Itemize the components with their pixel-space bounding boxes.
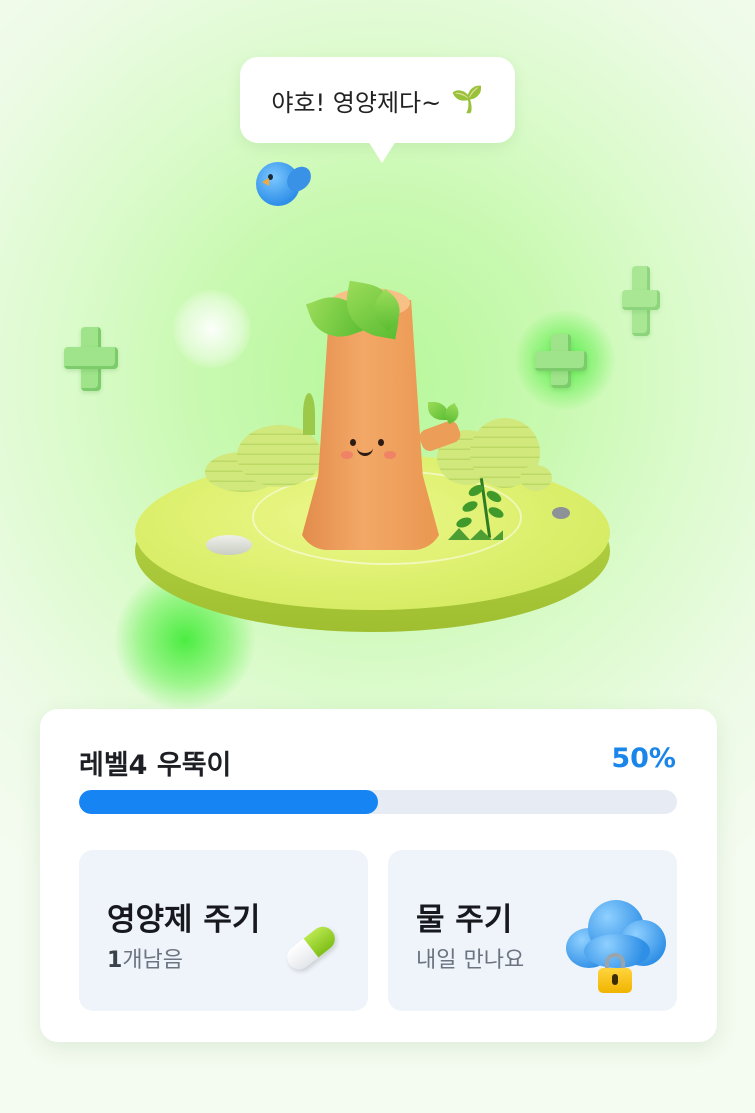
give-nutrient-title: 영양제 주기 [107,902,261,938]
bush [520,465,552,491]
plus-cross-icon [64,327,118,391]
progress-bar [79,790,677,814]
rock [206,535,252,555]
lock-icon [598,953,632,993]
bird-icon [252,158,316,210]
tree-cheek [341,451,353,459]
water-availability: 내일 만나요 [416,948,525,973]
tree-eye [350,439,356,446]
tree-trunk [298,300,443,550]
speech-bubble: 야호! 영양제다~ 🌱 [240,57,515,163]
grass-blade [303,393,315,435]
sprout-icon: 🌱 [451,85,484,115]
plant-sprig [448,478,508,540]
rock [552,507,570,519]
progress-fill [79,790,378,814]
give-water-title: 물 주기 [416,902,513,938]
plus-cross-icon [622,266,660,336]
level-percent: 50% [611,743,676,774]
give-water-button[interactable]: 물 주기 내일 만나요 [388,850,677,1011]
tree-cheek [384,451,396,459]
level-title: 레벨4 우뚝이 [79,750,232,781]
nutrient-remaining: 1개남음 [107,942,183,974]
nutrient-remaining-suffix: 개남음 [122,948,184,973]
plus-cross-icon [535,334,587,388]
nutrient-count: 1 [107,948,123,973]
growth-card: 레벨4 우뚝이 50% 영양제 주기 1개남음 물 주기 내일 만나요 [40,709,717,1042]
plant-scene: 야호! 영양제다~ 🌱 레벨4 우뚝이 50% 영양제 주기 1개남음 물 주기… [0,0,755,1113]
speech-bubble-text: 야호! 영양제다~ [271,88,442,117]
tree-eye [378,439,384,446]
give-nutrient-button[interactable]: 영양제 주기 1개남음 [79,850,368,1011]
pill-icon [282,921,340,975]
light-glow [173,290,251,368]
